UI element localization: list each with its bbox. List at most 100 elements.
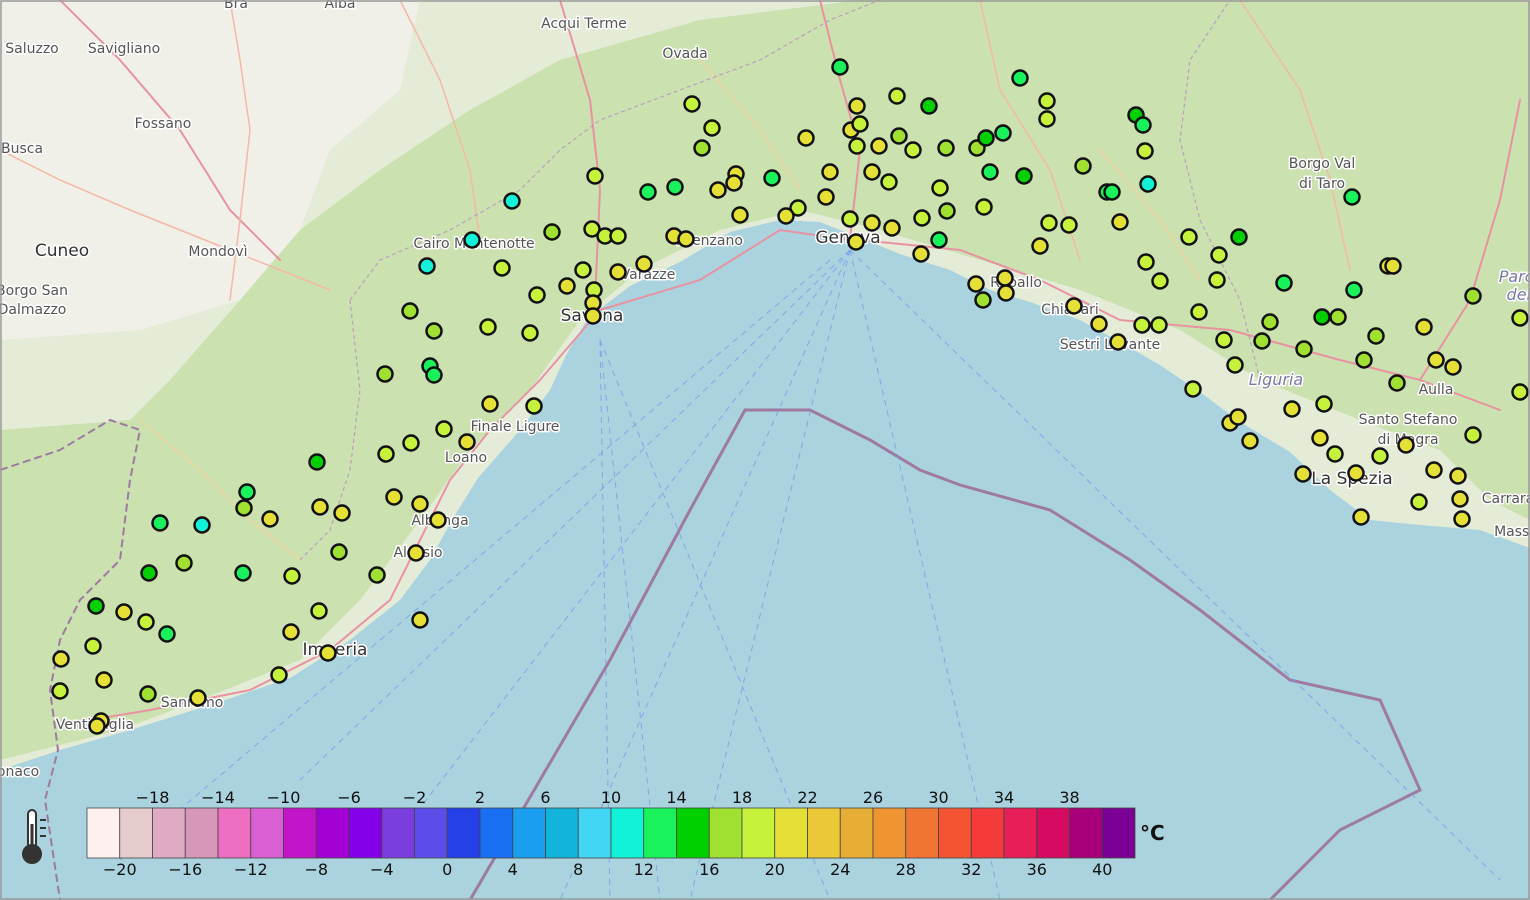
station-marker[interactable] bbox=[913, 209, 931, 227]
station-marker[interactable] bbox=[1329, 308, 1347, 326]
station-marker[interactable] bbox=[308, 453, 326, 471]
station-marker[interactable] bbox=[1038, 110, 1056, 128]
station-marker[interactable] bbox=[609, 263, 627, 281]
station-marker[interactable] bbox=[938, 202, 956, 220]
station-marker[interactable] bbox=[1040, 214, 1058, 232]
station-marker[interactable] bbox=[1031, 237, 1049, 255]
station-marker[interactable] bbox=[1427, 351, 1445, 369]
station-marker[interactable] bbox=[463, 231, 481, 249]
station-marker[interactable] bbox=[967, 275, 985, 293]
station-marker[interactable] bbox=[1453, 510, 1471, 528]
station-marker[interactable] bbox=[1397, 436, 1415, 454]
station-marker[interactable] bbox=[1150, 316, 1168, 334]
station-marker[interactable] bbox=[282, 623, 300, 641]
station-marker[interactable] bbox=[1226, 356, 1244, 374]
station-marker[interactable] bbox=[1294, 465, 1312, 483]
station-marker[interactable] bbox=[888, 87, 906, 105]
station-marker[interactable] bbox=[883, 219, 901, 237]
station-marker[interactable] bbox=[1074, 157, 1092, 175]
station-marker[interactable] bbox=[1425, 461, 1443, 479]
station-marker[interactable] bbox=[234, 564, 252, 582]
station-marker[interactable] bbox=[1229, 408, 1247, 426]
station-marker[interactable] bbox=[543, 223, 561, 241]
station-marker[interactable] bbox=[841, 210, 859, 228]
station-marker[interactable] bbox=[1261, 313, 1279, 331]
station-marker[interactable] bbox=[777, 207, 795, 225]
station-marker[interactable] bbox=[425, 322, 443, 340]
station-marker[interactable] bbox=[1451, 490, 1469, 508]
station-marker[interactable] bbox=[1384, 257, 1402, 275]
station-marker[interactable] bbox=[996, 269, 1014, 287]
station-marker[interactable] bbox=[1230, 228, 1248, 246]
station-marker[interactable] bbox=[977, 129, 995, 147]
station-marker[interactable] bbox=[51, 682, 69, 700]
station-marker[interactable] bbox=[1352, 508, 1370, 526]
station-marker[interactable] bbox=[1134, 116, 1152, 134]
station-marker[interactable] bbox=[158, 625, 176, 643]
station-marker[interactable] bbox=[1464, 426, 1482, 444]
station-marker[interactable] bbox=[797, 129, 815, 147]
map-frame[interactable]: Bra Alba Acqui Terme Ovada Saluzzo Savigliano… bbox=[0, 0, 1530, 900]
station-marker[interactable] bbox=[1410, 493, 1428, 511]
station-marker[interactable] bbox=[574, 261, 592, 279]
station-marker[interactable] bbox=[137, 613, 155, 631]
station-marker[interactable] bbox=[189, 689, 207, 707]
station-marker[interactable] bbox=[863, 214, 881, 232]
station-marker[interactable] bbox=[525, 397, 543, 415]
station-marker[interactable] bbox=[115, 603, 133, 621]
station-marker[interactable] bbox=[261, 510, 279, 528]
station-marker[interactable] bbox=[904, 141, 922, 159]
station-marker[interactable] bbox=[503, 192, 521, 210]
station-marker[interactable] bbox=[1151, 272, 1169, 290]
station-marker[interactable] bbox=[586, 167, 604, 185]
station-marker[interactable] bbox=[481, 395, 499, 413]
station-marker[interactable] bbox=[1367, 327, 1385, 345]
station-marker[interactable] bbox=[52, 650, 70, 668]
station-marker[interactable] bbox=[1345, 281, 1363, 299]
station-marker[interactable] bbox=[821, 163, 839, 181]
station-marker[interactable] bbox=[1371, 447, 1389, 465]
station-marker[interactable] bbox=[411, 495, 429, 513]
station-marker[interactable] bbox=[731, 206, 749, 224]
station-marker[interactable] bbox=[1464, 287, 1482, 305]
station-marker[interactable] bbox=[584, 307, 602, 325]
station-marker[interactable] bbox=[1415, 318, 1433, 336]
station-marker[interactable] bbox=[880, 173, 898, 191]
station-marker[interactable] bbox=[87, 597, 105, 615]
station-marker[interactable] bbox=[139, 685, 157, 703]
station-marker[interactable] bbox=[912, 245, 930, 263]
station-marker[interactable] bbox=[319, 644, 337, 662]
station-marker[interactable] bbox=[994, 124, 1012, 142]
station-marker[interactable] bbox=[238, 483, 256, 501]
station-marker[interactable] bbox=[151, 514, 169, 532]
station-marker[interactable] bbox=[1136, 142, 1154, 160]
station-marker[interactable] bbox=[831, 58, 849, 76]
station-marker[interactable] bbox=[974, 291, 992, 309]
station-marker[interactable] bbox=[930, 231, 948, 249]
station-marker[interactable] bbox=[333, 504, 351, 522]
station-marker[interactable] bbox=[283, 567, 301, 585]
station-marker[interactable] bbox=[402, 434, 420, 452]
station-marker[interactable] bbox=[1311, 429, 1329, 447]
map-canvas[interactable]: Bra Alba Acqui Terme Ovada Saluzzo Savigliano… bbox=[0, 0, 1530, 900]
station-marker[interactable] bbox=[385, 488, 403, 506]
station-marker[interactable] bbox=[975, 198, 993, 216]
station-marker[interactable] bbox=[1090, 315, 1108, 333]
station-marker[interactable] bbox=[1180, 228, 1198, 246]
station-marker[interactable] bbox=[235, 499, 253, 517]
station-marker[interactable] bbox=[763, 169, 781, 187]
station-marker[interactable] bbox=[703, 119, 721, 137]
station-marker[interactable] bbox=[458, 433, 476, 451]
station-marker[interactable] bbox=[1347, 464, 1365, 482]
station-marker[interactable] bbox=[709, 181, 727, 199]
station-marker[interactable] bbox=[1109, 333, 1127, 351]
station-marker[interactable] bbox=[1137, 253, 1155, 271]
station-marker[interactable] bbox=[310, 602, 328, 620]
station-marker[interactable] bbox=[1139, 175, 1157, 193]
station-marker[interactable] bbox=[493, 259, 511, 277]
station-marker[interactable] bbox=[635, 255, 653, 273]
station-marker[interactable] bbox=[848, 97, 866, 115]
station-marker[interactable] bbox=[140, 564, 158, 582]
station-marker[interactable] bbox=[193, 516, 211, 534]
station-marker[interactable] bbox=[88, 717, 106, 735]
